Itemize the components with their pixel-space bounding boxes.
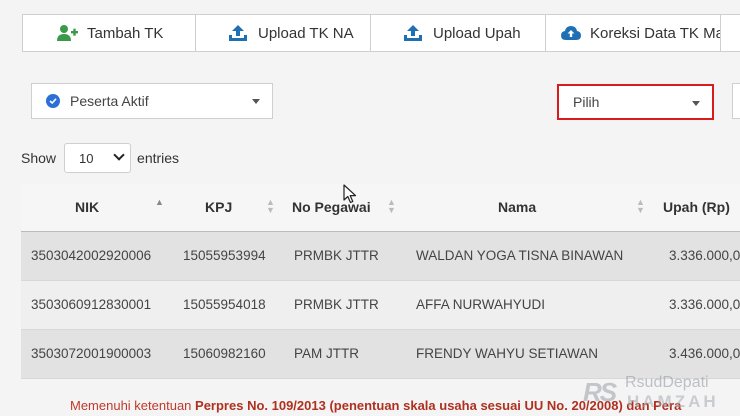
show-label: Show bbox=[21, 150, 57, 166]
action-toolbar: Tambah TK Upload TK NA Upload Upah Korek… bbox=[22, 14, 740, 52]
chevron-down-icon bbox=[113, 149, 125, 161]
table-row[interactable]: 3503042002920006 15055953994 PRMBK JTTR … bbox=[21, 231, 740, 281]
col-header-nama[interactable]: Nama ▲ ▼ bbox=[406, 184, 653, 232]
page-length-value: 10 bbox=[79, 150, 94, 166]
watermark-line1: RsudDepati bbox=[625, 374, 709, 391]
tambah-tk-label: Tambah TK bbox=[87, 24, 164, 42]
pilih-value: Pilih bbox=[573, 94, 600, 110]
cell-nik: 3503072001900003 bbox=[21, 329, 174, 379]
caret-down-icon bbox=[252, 99, 260, 104]
col-header-nik-label: NIK bbox=[75, 199, 100, 216]
col-header-nik[interactable]: NIK ▲ bbox=[21, 184, 174, 232]
upload-icon bbox=[401, 23, 425, 43]
add-user-icon bbox=[55, 23, 79, 43]
peserta-table: NIK ▲ KPJ ▲ ▼ No Pegawai ▲ ▼ Nama ▲ ▼ Upah … bbox=[21, 184, 740, 379]
sort-icon: ▲ ▼ bbox=[636, 197, 645, 215]
upload-upah-label: Upload Upah bbox=[433, 24, 521, 42]
cell-upah: 3.436.000,00 bbox=[653, 329, 740, 379]
watermark-logo: RS RsudDepati HAMZAH bbox=[583, 374, 740, 416]
cell-nik: 3503060912830001 bbox=[21, 280, 174, 330]
sort-icon: ▲ ▼ bbox=[266, 197, 275, 215]
sort-icon: ▲ ▼ bbox=[387, 197, 396, 215]
check-circle-icon bbox=[46, 94, 60, 108]
table-row[interactable]: 3503072001900003 15060982160 PAM JTTR FR… bbox=[21, 329, 740, 379]
col-header-kpj-label: KPJ bbox=[205, 199, 233, 216]
col-header-upah[interactable]: Upah (Rp) bbox=[653, 184, 740, 232]
cell-no-pegawai: PRMBK JTTR bbox=[284, 231, 406, 281]
watermark-line2: HAMZAH bbox=[627, 392, 719, 411]
watermark-mark: RS bbox=[583, 377, 617, 407]
footer-note-prefix: Memenuhi ketentuan bbox=[70, 398, 196, 413]
more-button[interactable] bbox=[720, 14, 740, 52]
koreksi-data-button[interactable]: Koreksi Data TK Ma bbox=[545, 14, 721, 52]
extra-select[interactable] bbox=[732, 83, 740, 119]
koreksi-data-label: Koreksi Data TK Ma bbox=[590, 24, 721, 42]
upload-tk-na-label: Upload TK NA bbox=[258, 24, 354, 42]
tambah-tk-button[interactable]: Tambah TK bbox=[22, 14, 196, 52]
cell-kpj: 15055953994 bbox=[174, 231, 284, 281]
cell-upah: 3.336.000,00 bbox=[653, 280, 740, 330]
cell-kpj: 15055954018 bbox=[174, 280, 284, 330]
col-header-upah-label: Upah (Rp) bbox=[663, 199, 730, 216]
entries-label: entries bbox=[137, 150, 180, 166]
table-row[interactable]: 3503060912830001 15055954018 PRMBK JTTR … bbox=[21, 280, 740, 330]
caret-down-icon bbox=[692, 101, 700, 106]
page-length-select[interactable]: 10 bbox=[64, 143, 132, 173]
page-length-control: Show 10 entries bbox=[21, 143, 179, 173]
col-header-kpj[interactable]: KPJ ▲ ▼ bbox=[174, 184, 284, 232]
upload-icon bbox=[226, 23, 250, 43]
sort-asc-icon: ▲ bbox=[155, 197, 164, 207]
status-peserta-value: Peserta Aktif bbox=[70, 93, 149, 109]
cloud-upload-icon bbox=[560, 23, 582, 43]
cell-no-pegawai: PRMBK JTTR bbox=[284, 280, 406, 330]
status-peserta-select[interactable]: Peserta Aktif bbox=[31, 83, 273, 119]
cell-nama: WALDAN YOGA TISNA BINAWAN bbox=[406, 231, 653, 281]
table-header-row: NIK ▲ KPJ ▲ ▼ No Pegawai ▲ ▼ Nama ▲ ▼ Upah … bbox=[21, 184, 740, 232]
pilih-select[interactable]: Pilih bbox=[557, 84, 714, 120]
cell-upah: 3.336.000,00 bbox=[653, 231, 740, 281]
upload-upah-button[interactable]: Upload Upah bbox=[370, 14, 546, 52]
mouse-cursor-icon bbox=[343, 184, 357, 209]
cell-nama: FRENDY WAHYU SETIAWAN bbox=[406, 329, 653, 379]
cell-nik: 3503042002920006 bbox=[21, 231, 174, 281]
cell-no-pegawai: PAM JTTR bbox=[284, 329, 406, 379]
cell-kpj: 15060982160 bbox=[174, 329, 284, 379]
col-header-no-pegawai-label: No Pegawai bbox=[292, 199, 371, 216]
col-header-nama-label: Nama bbox=[498, 199, 537, 216]
upload-tk-na-button[interactable]: Upload TK NA bbox=[195, 14, 371, 52]
cell-nama: AFFA NURWAHYUDI bbox=[406, 280, 653, 330]
